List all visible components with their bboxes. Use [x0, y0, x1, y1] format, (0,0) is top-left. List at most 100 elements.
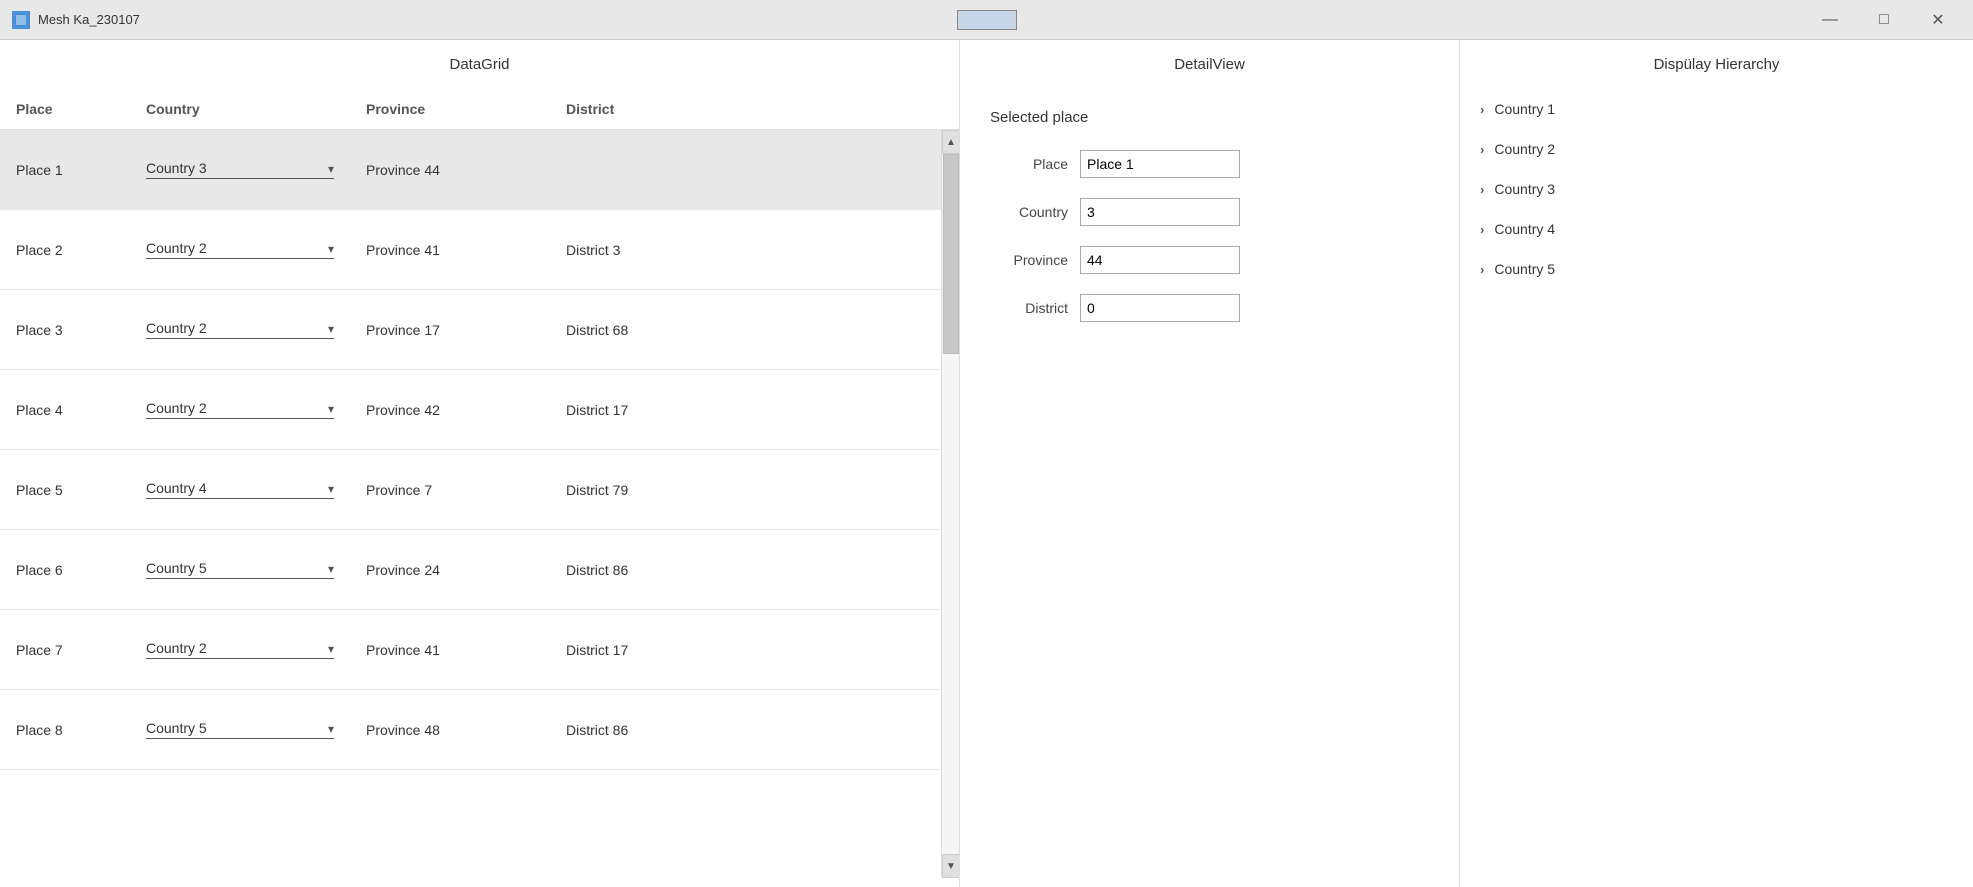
cell-province: Province 41: [350, 634, 550, 666]
table-row[interactable]: Place 8 Country 5 ▾ Province 48 District…: [0, 690, 959, 770]
detail-district-field: District: [990, 294, 1429, 322]
country-dropdown[interactable]: Country 4 ▾: [146, 480, 334, 499]
cell-country[interactable]: Country 2 ▾: [130, 312, 350, 347]
scroll-up-button[interactable]: ▲: [942, 130, 959, 154]
country-dropdown[interactable]: Country 2 ▾: [146, 240, 334, 259]
datagrid-table: Place Country Province District Place 1 …: [0, 89, 959, 887]
col-header-province: Province: [350, 97, 550, 121]
hierarchy-items-container: › Country 1 › Country 2 › Country 3 › Co…: [1460, 89, 1973, 289]
dropdown-arrow-icon: ▾: [328, 562, 334, 576]
province-input[interactable]: [1080, 246, 1240, 274]
dropdown-arrow-icon: ▾: [328, 162, 334, 176]
cell-place: Place 3: [0, 314, 130, 346]
cell-province: Province 7: [350, 474, 550, 506]
country-dropdown[interactable]: Country 3 ▾: [146, 160, 334, 179]
cell-province: Province 48: [350, 714, 550, 746]
chevron-right-icon: ›: [1480, 182, 1484, 197]
dropdown-arrow-icon: ▾: [328, 402, 334, 416]
cell-extra: [750, 562, 959, 578]
country-dropdown-text: Country 4: [146, 480, 324, 496]
cell-district: [550, 162, 750, 178]
cell-country[interactable]: Country 2 ▾: [130, 632, 350, 667]
scroll-down-button[interactable]: ▼: [942, 854, 959, 878]
hierarchy-item[interactable]: › Country 3: [1460, 169, 1973, 209]
country-dropdown-text: Country 2: [146, 640, 324, 656]
table-row[interactable]: Place 6 Country 5 ▾ Province 24 District…: [0, 530, 959, 610]
cell-place: Place 1: [0, 154, 130, 186]
cell-province: Province 44: [350, 154, 550, 186]
chevron-right-icon: ›: [1480, 262, 1484, 277]
scrollbar-track[interactable]: ▲ ▼: [941, 130, 959, 878]
cell-extra: [750, 402, 959, 418]
col-header-place: Place: [0, 97, 130, 121]
cell-province: Province 42: [350, 394, 550, 426]
cell-place: Place 6: [0, 554, 130, 586]
dropdown-arrow-icon: ▾: [328, 642, 334, 656]
cell-extra: [750, 322, 959, 338]
hierarchy-item-label: Country 2: [1494, 141, 1555, 157]
title-bar: Mesh Ka_230107 — □ ✕: [0, 0, 1973, 40]
table-row[interactable]: Place 1 Country 3 ▾ Province 44: [0, 130, 959, 210]
datagrid-panel: DataGrid Place Country Province District…: [0, 40, 960, 887]
table-row[interactable]: Place 4 Country 2 ▾ Province 42 District…: [0, 370, 959, 450]
cell-place: Place 5: [0, 474, 130, 506]
cell-district: District 17: [550, 394, 750, 426]
hierarchy-panel: Dispülay Hierarchy › Country 1 › Country…: [1460, 40, 1973, 887]
table-row[interactable]: Place 2 Country 2 ▾ Province 41 District…: [0, 210, 959, 290]
country-dropdown[interactable]: Country 2 ▾: [146, 640, 334, 659]
hierarchy-item[interactable]: › Country 4: [1460, 209, 1973, 249]
hierarchy-item[interactable]: › Country 2: [1460, 129, 1973, 169]
cell-province: Province 24: [350, 554, 550, 586]
cell-country[interactable]: Country 2 ▾: [130, 232, 350, 267]
country-input[interactable]: [1080, 198, 1240, 226]
title-bar-controls: — □ ✕: [1807, 4, 1961, 36]
cell-country[interactable]: Country 4 ▾: [130, 472, 350, 507]
country-dropdown[interactable]: Country 2 ▾: [146, 320, 334, 339]
col-header-country: Country: [130, 97, 350, 121]
cell-district: District 79: [550, 474, 750, 506]
cell-country[interactable]: Country 5 ▾: [130, 712, 350, 747]
selected-place-label: Selected place: [990, 109, 1429, 126]
datagrid-title: DataGrid: [0, 40, 959, 89]
hierarchy-item[interactable]: › Country 5: [1460, 249, 1973, 289]
maximize-button[interactable]: □: [1861, 4, 1907, 36]
scrollbar-thumb[interactable]: [943, 154, 959, 354]
dropdown-arrow-icon: ▾: [328, 242, 334, 256]
country-dropdown[interactable]: Country 5 ▾: [146, 560, 334, 579]
table-row[interactable]: Place 7 Country 2 ▾ Province 41 District…: [0, 610, 959, 690]
dropdown-arrow-icon: ▾: [328, 482, 334, 496]
cell-province: Province 17: [350, 314, 550, 346]
country-dropdown-text: Country 5: [146, 720, 324, 736]
cell-district: District 17: [550, 634, 750, 666]
country-dropdown-text: Country 3: [146, 160, 324, 176]
country-dropdown[interactable]: Country 2 ▾: [146, 400, 334, 419]
table-row[interactable]: Place 5 Country 4 ▾ Province 7 District …: [0, 450, 959, 530]
cell-place: Place 2: [0, 234, 130, 266]
detail-title: DetailView: [960, 40, 1459, 89]
cell-country[interactable]: Country 2 ▾: [130, 392, 350, 427]
cell-country[interactable]: Country 5 ▾: [130, 552, 350, 587]
province-label: Province: [990, 252, 1080, 268]
country-dropdown[interactable]: Country 5 ▾: [146, 720, 334, 739]
country-dropdown-text: Country 2: [146, 320, 324, 336]
hierarchy-item-label: Country 1: [1494, 101, 1555, 117]
cell-extra: [750, 482, 959, 498]
place-input[interactable]: [1080, 150, 1240, 178]
cell-district: District 3: [550, 234, 750, 266]
center-button[interactable]: [957, 10, 1017, 30]
hierarchy-item[interactable]: › Country 1: [1460, 89, 1973, 129]
country-label: Country: [990, 204, 1080, 220]
close-button[interactable]: ✕: [1915, 4, 1961, 36]
table-row[interactable]: Place 3 Country 2 ▾ Province 17 District…: [0, 290, 959, 370]
detail-panel: DetailView Selected place Place Country …: [960, 40, 1460, 887]
hierarchy-item-label: Country 3: [1494, 181, 1555, 197]
district-input[interactable]: [1080, 294, 1240, 322]
dropdown-arrow-icon: ▾: [328, 722, 334, 736]
country-dropdown-text: Country 2: [146, 400, 324, 416]
cell-province: Province 41: [350, 234, 550, 266]
col-header-extra: [750, 97, 959, 121]
table-body[interactable]: Place 1 Country 3 ▾ Province 44 Place 2 …: [0, 130, 959, 878]
minimize-button[interactable]: —: [1807, 4, 1853, 36]
cell-country[interactable]: Country 3 ▾: [130, 152, 350, 187]
chevron-right-icon: ›: [1480, 222, 1484, 237]
